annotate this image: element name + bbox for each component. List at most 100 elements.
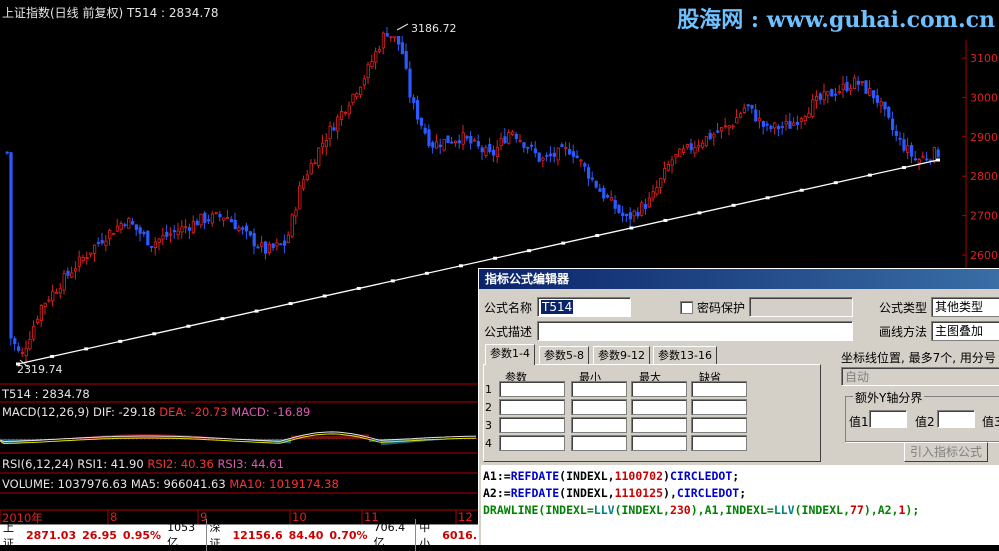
param-cell[interactable]: [571, 399, 627, 415]
param-row-number: 2: [485, 401, 492, 414]
param-cell[interactable]: [499, 399, 565, 415]
candle-body: [921, 156, 925, 159]
candle-body: [507, 132, 511, 144]
time-axis-label: 8: [110, 510, 118, 524]
param-cell[interactable]: [571, 381, 627, 397]
formula-name-input[interactable]: T514: [537, 297, 631, 317]
password-label: 密码保护: [697, 301, 746, 315]
candle-body: [222, 217, 226, 221]
candle-body: [765, 123, 769, 126]
candle-body: [93, 244, 97, 254]
candle-body: [830, 89, 834, 97]
candle-body: [427, 129, 431, 147]
param-cell[interactable]: [691, 381, 747, 397]
volume-value: VOLUME: 1037976.63: [2, 477, 128, 491]
candle-body: [58, 288, 63, 294]
param-cell[interactable]: [691, 417, 747, 433]
formula-code-editor[interactable]: A1:=REFDATE(INDEXL,1100702)CIRCLEDOT; A2…: [481, 465, 999, 545]
candle-body: [678, 148, 682, 158]
candle-body: [910, 145, 914, 157]
param-cell[interactable]: [691, 399, 747, 415]
value1-input[interactable]: [869, 410, 907, 428]
trend-dot: [833, 181, 838, 185]
candle-body: [841, 83, 845, 91]
candle-body: [628, 212, 633, 220]
candle-body: [891, 118, 895, 130]
param-cell[interactable]: [631, 381, 687, 397]
candle-body: [697, 144, 701, 148]
tab-params-9-12[interactable]: 参数9-12: [593, 346, 650, 365]
code-line-2: A2:=REFDATE(INDEXL,1110125),CIRCLEDOT;: [483, 486, 747, 500]
tab-params-5-8[interactable]: 参数5-8: [539, 346, 589, 365]
candle-body: [906, 145, 910, 153]
candle-body: [66, 270, 70, 276]
formula-desc-input[interactable]: [537, 321, 853, 341]
param-cell[interactable]: [571, 435, 627, 451]
macd-legend: MACD(12,26,9) DIF: -29.18 DEA: -20.73 MA…: [2, 405, 310, 419]
candle-body: [203, 212, 207, 224]
param-cell[interactable]: [499, 435, 565, 451]
trend-dot: [561, 241, 566, 245]
param-cell[interactable]: [499, 381, 565, 397]
candle-body: [301, 179, 306, 189]
candle-body: [332, 127, 336, 131]
formula-type-select[interactable]: 其他类型: [931, 297, 999, 317]
candle-body: [655, 187, 659, 195]
candle-body: [811, 99, 815, 117]
password-checkbox[interactable]: [680, 301, 693, 314]
candle-body: [252, 233, 256, 247]
trend-dot: [867, 173, 872, 177]
param-cell[interactable]: [571, 417, 627, 433]
import-formula-button[interactable]: 引入指标公式: [904, 442, 988, 462]
tab-params-13-16[interactable]: 参数13-16: [653, 346, 717, 365]
trend-dot: [493, 256, 498, 260]
trend-dot: [118, 339, 123, 343]
t514-value: T514 : 2834.78: [2, 387, 90, 401]
tab-params-1-4[interactable]: 参数1-4: [485, 344, 535, 365]
candle-body: [754, 109, 758, 122]
sz-label: 深证: [205, 519, 233, 551]
param-cell[interactable]: [691, 435, 747, 451]
rsi-legend: RSI(6,12,24) RSI1: 41.90 RSI2: 40.36 RSI…: [2, 457, 284, 471]
candle-body: [89, 252, 93, 255]
trend-dot: [595, 234, 600, 238]
macd-dif: DIF: -29.18: [93, 405, 156, 419]
candle-body: [788, 121, 792, 129]
candle-body: [74, 268, 78, 272]
candle-body: [396, 36, 401, 45]
trend-dot: [50, 354, 55, 358]
value2-input[interactable]: [937, 410, 975, 428]
candle-body: [537, 152, 541, 162]
param-cell[interactable]: [631, 435, 687, 451]
candle-body: [55, 291, 59, 294]
candle-body: [446, 135, 450, 144]
param-cell[interactable]: [631, 399, 687, 415]
candle-body: [868, 88, 872, 96]
dialog-title[interactable]: 指标公式编辑器: [479, 269, 999, 289]
formula-editor-dialog[interactable]: 指标公式编辑器 公式名称 T514 密码保护 公式类型 其他类型 公式描述 画线…: [478, 268, 999, 545]
candle-body: [799, 118, 804, 122]
trend-dot: [458, 264, 463, 268]
candle-body: [191, 220, 195, 234]
zx-value: 6016.: [442, 528, 478, 542]
market-status-bar: 上证 2871.03 26.95 0.95% 1053亿 深证 12156.6 …: [0, 519, 480, 551]
password-input[interactable]: [749, 297, 853, 317]
candle-body: [24, 348, 28, 356]
param-cell[interactable]: [631, 417, 687, 433]
param-cell[interactable]: [499, 417, 565, 433]
param-row-number: 4: [485, 437, 492, 450]
candle-body: [199, 213, 203, 226]
draw-method-select[interactable]: 主图叠加: [931, 321, 999, 341]
candle-body: [659, 178, 663, 188]
sz-amount: 706.4亿: [373, 520, 406, 549]
candle-body: [556, 147, 560, 161]
candle-body: [742, 107, 747, 113]
candle-body: [902, 139, 906, 151]
ma10-value: MA10: 1019174.38: [229, 477, 339, 491]
candle-body: [822, 91, 826, 101]
axis-position-input[interactable]: 自动: [841, 367, 999, 386]
candle-body: [739, 113, 743, 118]
candle-body: [784, 121, 788, 125]
candle-body: [241, 227, 245, 230]
candle-body: [313, 162, 317, 165]
